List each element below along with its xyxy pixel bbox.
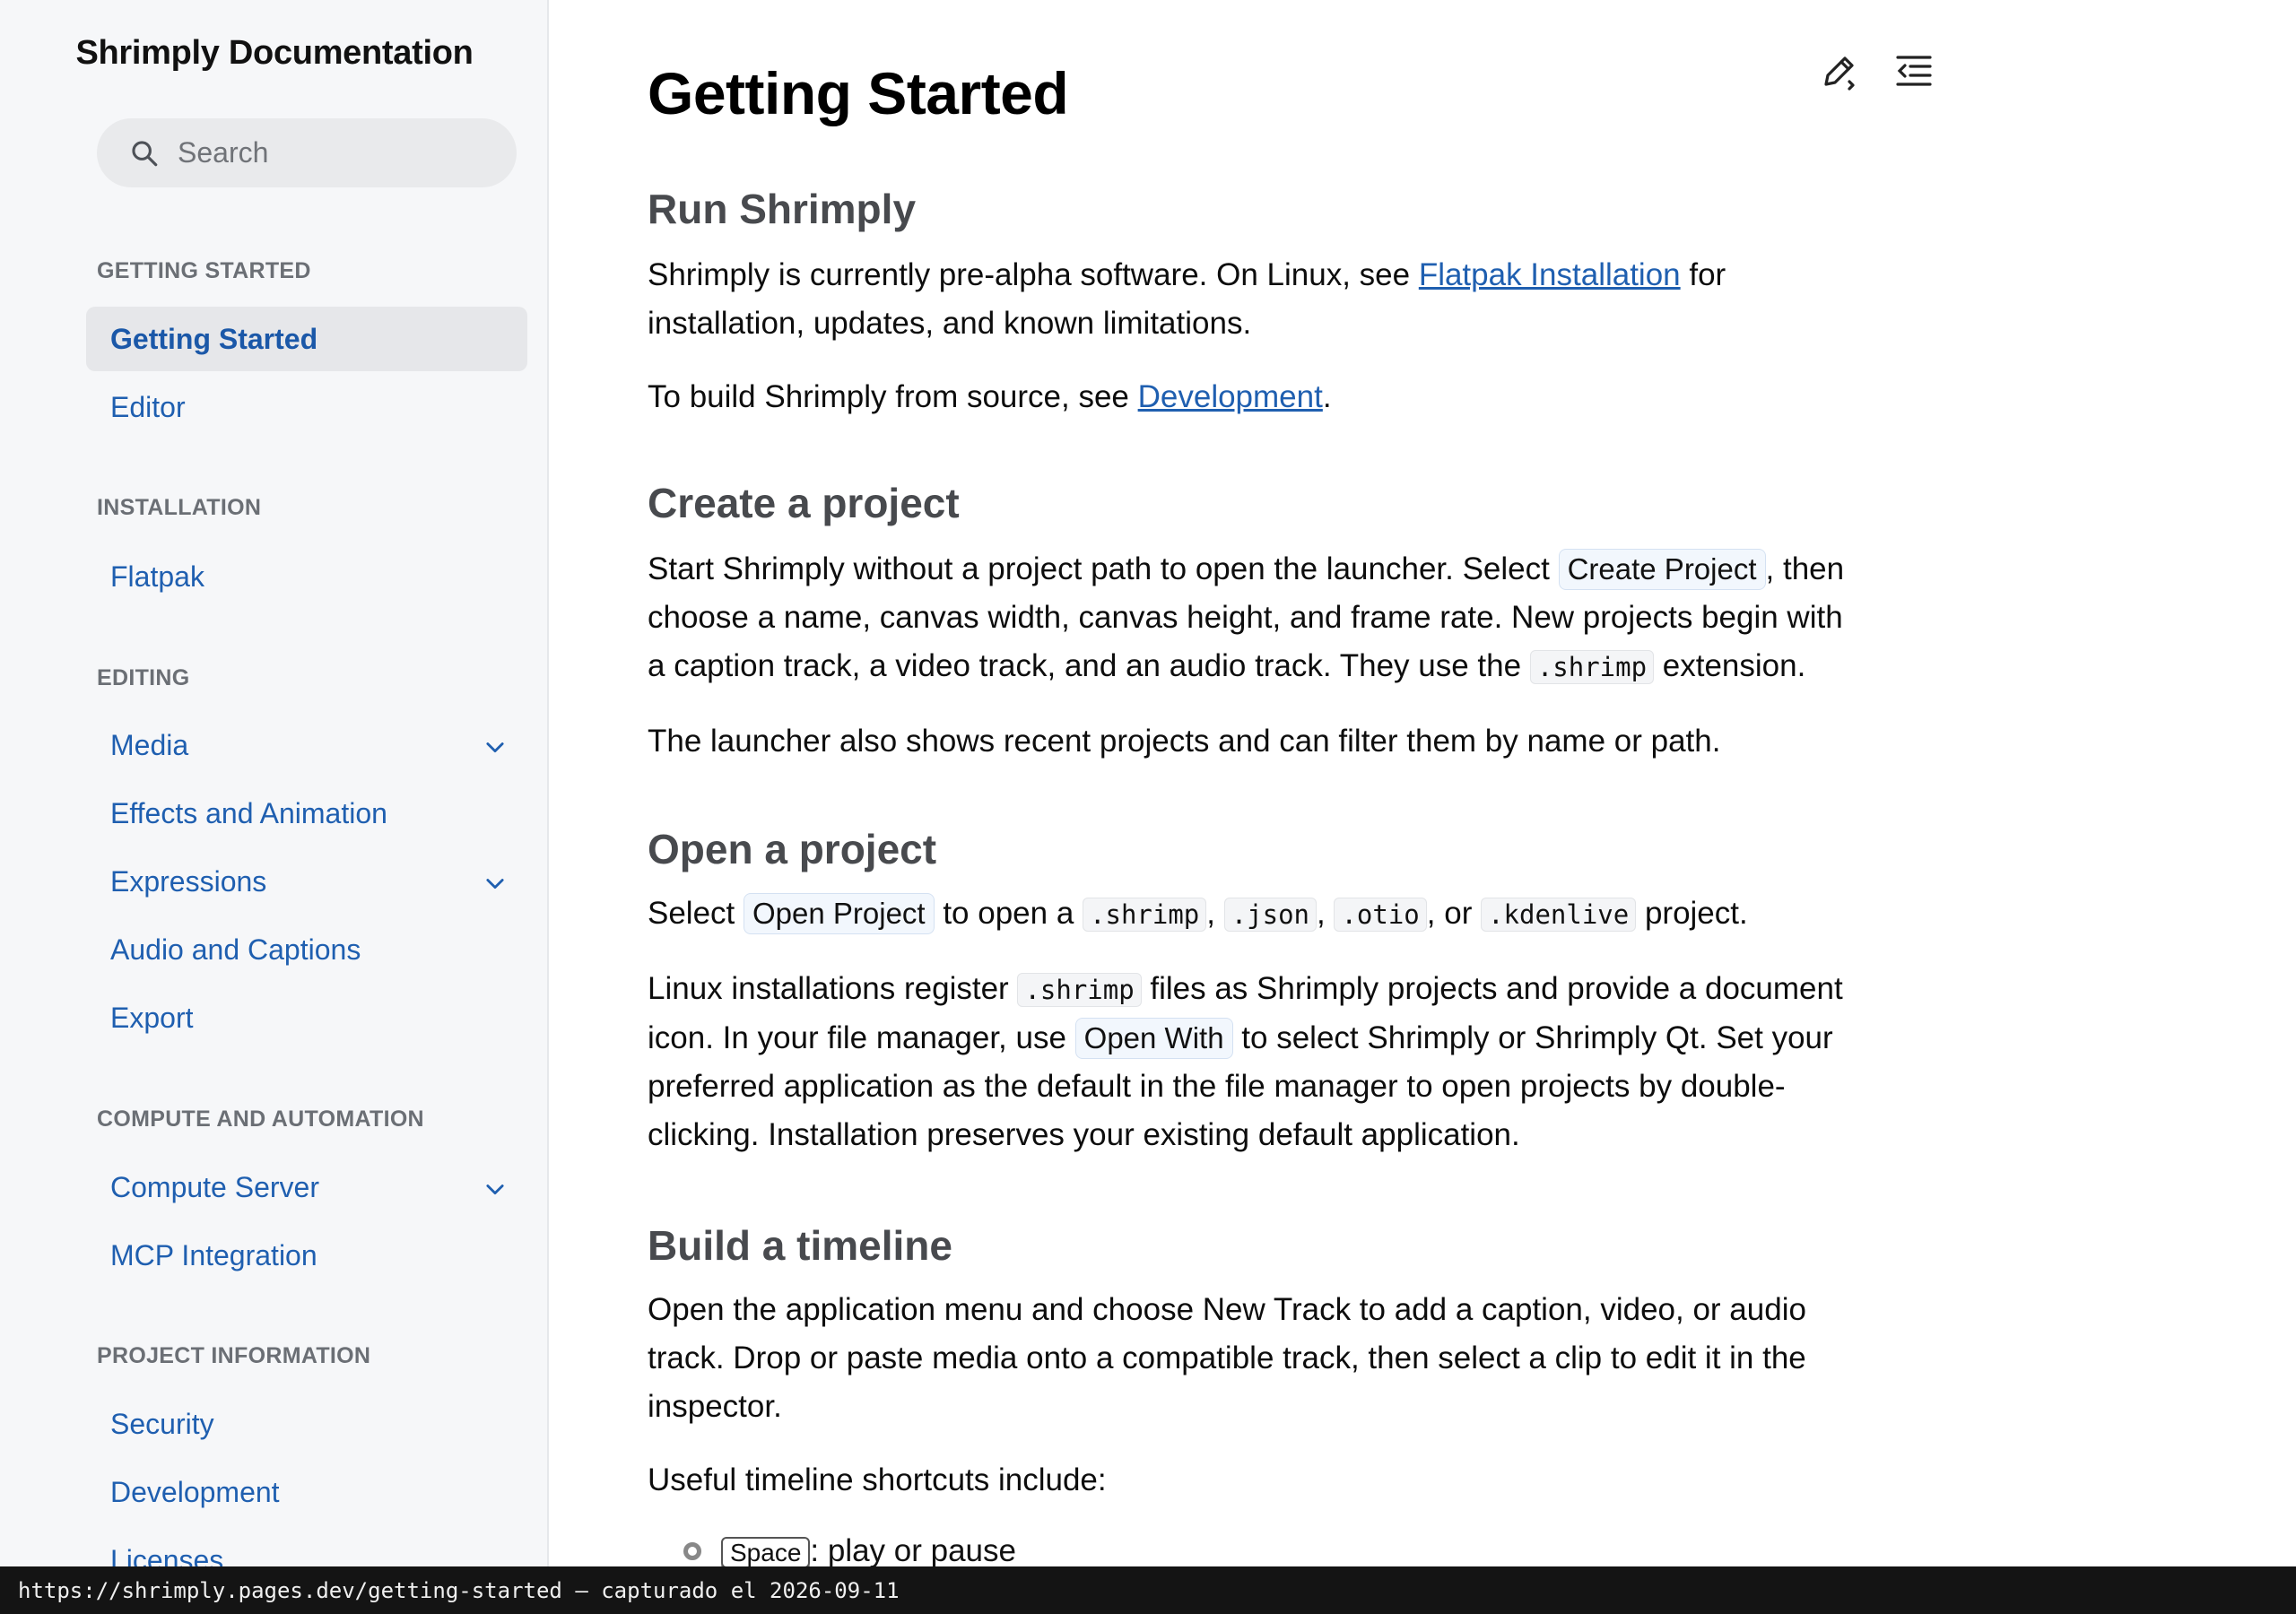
sidebar-item-licenses[interactable]: Licenses bbox=[86, 1528, 527, 1567]
search-box[interactable] bbox=[97, 118, 517, 187]
sidebar-item-label: Flatpak bbox=[110, 560, 204, 593]
nav-section-project-information: PROJECT INFORMATION bbox=[97, 1343, 371, 1368]
sidebar: Shrimply Documentation GETTING STARTED G… bbox=[0, 0, 549, 1566]
heading-create-a-project: Create a project bbox=[648, 480, 960, 526]
code-extension: .shrimp bbox=[1083, 898, 1207, 932]
text: track. Drop or paste media onto a compat… bbox=[648, 1341, 1806, 1375]
table-of-contents-icon[interactable] bbox=[1892, 50, 1935, 93]
code-extension: .otio bbox=[1334, 898, 1427, 932]
bullet-marker bbox=[683, 1542, 701, 1560]
text: Shrimply is currently pre-alpha software… bbox=[648, 257, 1419, 292]
sidebar-item-expressions[interactable]: Expressions bbox=[86, 849, 527, 914]
nav-section-getting-started: GETTING STARTED bbox=[97, 258, 311, 283]
sidebar-item-media[interactable]: Media bbox=[86, 713, 527, 777]
sidebar-item-label: Licenses bbox=[110, 1543, 224, 1567]
keyboard-key: Space bbox=[721, 1537, 811, 1568]
text: installation, updates, and known limitat… bbox=[648, 306, 1252, 341]
sidebar-item-label: Effects and Animation bbox=[110, 796, 387, 829]
heading-open-a-project: Open a project bbox=[648, 826, 937, 872]
site-title[interactable]: Shrimply Documentation bbox=[0, 34, 547, 73]
paragraph: Select Open Project to open a .shrimp, .… bbox=[648, 889, 1939, 939]
search-input[interactable] bbox=[178, 136, 500, 169]
text: Open the application menu and choose New… bbox=[648, 1292, 1806, 1327]
sidebar-item-label: Export bbox=[110, 1001, 194, 1034]
sidebar-item-flatpak[interactable]: Flatpak bbox=[86, 544, 527, 609]
code-extension: .shrimp bbox=[1017, 973, 1142, 1007]
link-flatpak-installation[interactable]: Flatpak Installation bbox=[1419, 257, 1681, 292]
chevron-down-icon[interactable] bbox=[483, 734, 508, 759]
sidebar-item-label: Media bbox=[110, 728, 189, 761]
sidebar-item-label: Development bbox=[110, 1475, 280, 1508]
text: Select bbox=[648, 896, 744, 931]
sidebar-item-mcp-integration[interactable]: MCP Integration bbox=[86, 1223, 527, 1288]
paragraph: To build Shrimply from source, see Devel… bbox=[648, 373, 1939, 421]
sidebar-item-label: Editor bbox=[110, 390, 186, 423]
nav-section-compute-and-automation: COMPUTE AND AUTOMATION bbox=[97, 1106, 424, 1132]
link-development[interactable]: Development bbox=[1138, 379, 1323, 414]
sidebar-item-label: Security bbox=[110, 1407, 214, 1440]
text: files as Shrimply projects and provide a… bbox=[1141, 971, 1843, 1006]
sidebar-item-label: Audio and Captions bbox=[110, 933, 361, 966]
sidebar-item-label: Getting Started bbox=[110, 322, 318, 355]
text: extension. bbox=[1654, 648, 1806, 683]
sidebar-item-development[interactable]: Development bbox=[86, 1460, 527, 1524]
heading-build-a-timeline: Build a timeline bbox=[648, 1222, 952, 1269]
code-extension: .kdenlive bbox=[1481, 898, 1637, 932]
text: for bbox=[1680, 257, 1726, 292]
status-bar: https://shrimply.pages.dev/getting-start… bbox=[0, 1566, 2296, 1614]
text: preferred application as the default in … bbox=[648, 1069, 1786, 1104]
sidebar-item-security[interactable]: Security bbox=[86, 1392, 527, 1456]
sidebar-item-export[interactable]: Export bbox=[86, 985, 527, 1050]
text: project. bbox=[1636, 896, 1748, 931]
text: . bbox=[1322, 379, 1332, 414]
paragraph: Shrimply is currently pre-alpha software… bbox=[648, 251, 1939, 348]
text: to open a bbox=[934, 896, 1083, 931]
paragraph: Open the application menu and choose New… bbox=[648, 1286, 1939, 1431]
code-extension: .json bbox=[1223, 898, 1318, 932]
page-actions bbox=[1819, 50, 1935, 93]
sidebar-item-label: Expressions bbox=[110, 864, 267, 898]
text: : play or pause bbox=[810, 1533, 1016, 1568]
text: To build Shrimply from source, see bbox=[648, 379, 1138, 414]
sidebar-item-label: MCP Integration bbox=[110, 1238, 317, 1271]
edit-page-icon[interactable] bbox=[1819, 50, 1862, 93]
heading-run-shrimply: Run Shrimply bbox=[648, 186, 917, 232]
text: , or bbox=[1426, 896, 1482, 931]
text: clicking. Installation preserves your ex… bbox=[648, 1117, 1520, 1152]
nav-section-installation: INSTALLATION bbox=[97, 495, 262, 520]
text: inspector. bbox=[648, 1389, 782, 1424]
ui-label-open-project: Open Project bbox=[744, 893, 935, 934]
ui-label-open-with: Open With bbox=[1074, 1018, 1233, 1059]
chevron-down-icon[interactable] bbox=[483, 871, 508, 896]
status-bar-text: https://shrimply.pages.dev/getting-start… bbox=[18, 1577, 900, 1603]
sidebar-item-getting-started[interactable]: Getting Started bbox=[86, 307, 527, 371]
code-extension: .shrimp bbox=[1529, 650, 1655, 684]
nav-section-editing: EDITING bbox=[97, 665, 190, 690]
paragraph: Start Shrimply without a project path to… bbox=[648, 545, 1939, 691]
paragraph: Linux installations register .shrimp fil… bbox=[648, 965, 1939, 1159]
text: icon. In your file manager, use bbox=[648, 1020, 1075, 1055]
text: choose a name, canvas width, canvas heig… bbox=[648, 600, 1843, 635]
text: , then bbox=[1765, 551, 1845, 586]
text: to select Shrimply or Shrimply Qt. Set y… bbox=[1232, 1020, 1833, 1055]
sidebar-item-compute-server[interactable]: Compute Server bbox=[86, 1155, 527, 1219]
text: Start Shrimply without a project path to… bbox=[648, 551, 1559, 586]
sidebar-item-label: Compute Server bbox=[110, 1170, 319, 1203]
page-title: Getting Started bbox=[648, 60, 1069, 126]
search-icon bbox=[132, 140, 158, 166]
ui-label-create-project: Create Project bbox=[1558, 549, 1766, 590]
sidebar-item-editor[interactable]: Editor bbox=[86, 375, 527, 439]
paragraph: The launcher also shows recent projects … bbox=[648, 724, 1721, 759]
text: a caption track, a video track, and an a… bbox=[648, 648, 1530, 683]
list-item: Space: play or pause bbox=[683, 1533, 1016, 1569]
text: Linux installations register bbox=[648, 971, 1018, 1006]
sidebar-item-effects-and-animation[interactable]: Effects and Animation bbox=[86, 781, 527, 846]
chevron-down-icon[interactable] bbox=[483, 1176, 508, 1202]
sidebar-item-audio-and-captions[interactable]: Audio and Captions bbox=[86, 917, 527, 982]
paragraph: Useful timeline shortcuts include: bbox=[648, 1462, 1107, 1497]
